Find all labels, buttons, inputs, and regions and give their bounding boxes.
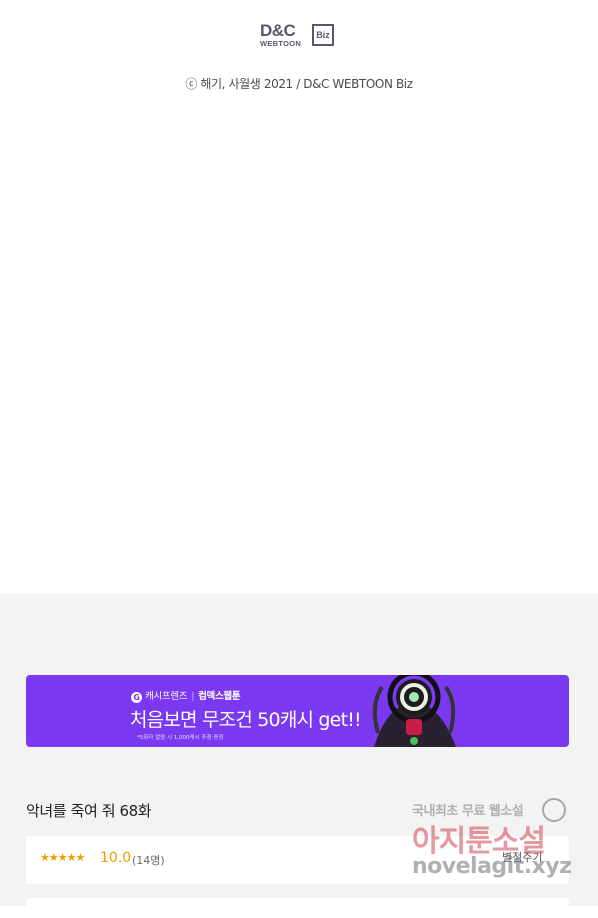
ad-fine-print: *5화자 열람 시 1,000캐시 추첨 증정 xyxy=(137,735,224,741)
comic-viewer-end: D&C WEBTOON Biz ⓒ 해기, 사월생 2021 / D&C WEB… xyxy=(0,0,598,594)
rate-button[interactable]: 별점주기 xyxy=(502,849,542,865)
rating-box: ★★★★★ 10.0 (14명) 별점주기 xyxy=(26,836,569,884)
ad-brand-right: 컴덱스웹툰 xyxy=(198,691,241,702)
ad-character-illustration-icon xyxy=(372,675,456,747)
logo-badge: Biz xyxy=(312,24,334,46)
episode-title: 악녀를 죽여 줘 68화 xyxy=(26,802,152,820)
rating-count: (14명) xyxy=(132,854,165,867)
rating-score: 10.0 xyxy=(100,850,132,866)
divider: | xyxy=(191,691,195,702)
logo-sub-text: WEBTOON xyxy=(260,39,302,48)
cashfriends-logo-icon: G xyxy=(131,692,142,703)
logo-main-text: D&C xyxy=(260,21,296,40)
copyright-text: ⓒ 해기, 사월생 2021 / D&C WEBTOON Biz xyxy=(185,77,413,91)
ad-brand-left: 캐시프렌즈 xyxy=(145,691,188,702)
ad-brand-row: G 캐시프렌즈 | 컴덱스웹툰 xyxy=(131,688,241,703)
next-section-box xyxy=(26,898,569,918)
rating-stars-icon: ★★★★★ xyxy=(40,851,85,864)
publisher-logo: D&C WEBTOON Biz xyxy=(260,22,336,50)
ad-banner[interactable]: G 캐시프렌즈 | 컴덱스웹툰 처음보면 무조건 50캐시 get!! *5화자 열람… xyxy=(26,675,569,747)
ad-headline: 처음보면 무조건 50캐시 get!! xyxy=(130,709,362,731)
